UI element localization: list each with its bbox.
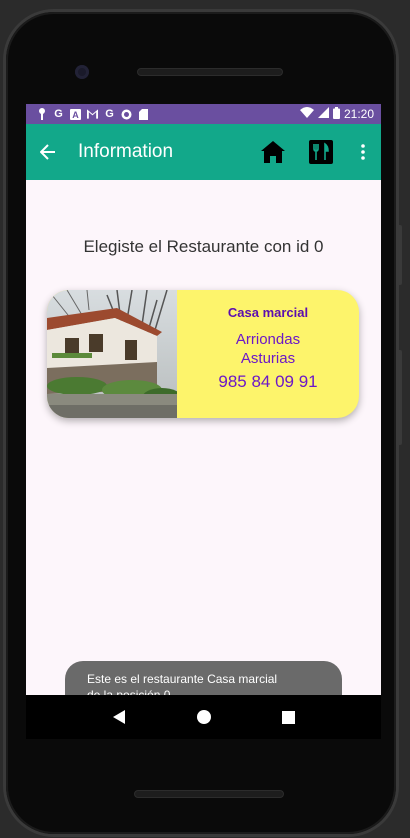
home-circle-icon	[196, 710, 211, 724]
wifi-icon	[299, 107, 314, 121]
recents-square-icon	[282, 710, 295, 724]
home-icon	[261, 141, 285, 163]
page-title: Information	[78, 141, 174, 162]
volume-button	[397, 225, 402, 285]
system-icons: 21:20	[299, 106, 374, 122]
gmail-icon	[87, 109, 98, 120]
signal-icon	[317, 107, 329, 121]
front-camera	[75, 65, 89, 79]
nav-recents-button[interactable]	[274, 702, 304, 732]
toast-message: Este es el restaurante Casa marcial de l…	[65, 661, 342, 695]
system-nav-bar	[26, 695, 381, 739]
overflow-menu-button[interactable]	[345, 124, 381, 180]
restaurant-button[interactable]	[297, 124, 345, 180]
restaurant-region: Asturias	[240, 350, 296, 367]
selection-heading: Elegiste el Restaurante con id 0	[83, 237, 324, 256]
bottom-speaker	[134, 790, 284, 798]
screen: G A G 21:20 Information Elegiste el Rest…	[26, 104, 381, 695]
nav-back-button[interactable]	[104, 702, 134, 732]
nav-home-button[interactable]	[189, 702, 219, 732]
restaurant-info: Casa marcial Arriondas Asturias 985 84 0…	[177, 290, 359, 418]
power-button	[397, 350, 402, 445]
main-content: Elegiste el Restaurante con id 0 Casa ma…	[26, 180, 381, 695]
restaurant-city: Arriondas	[235, 331, 301, 348]
sd-card-icon	[138, 108, 149, 120]
arrow-back-icon	[40, 144, 55, 160]
google-icon: G	[105, 107, 114, 120]
earpiece-speaker	[137, 68, 283, 76]
restaurant-photo	[47, 290, 182, 418]
back-button[interactable]	[26, 124, 70, 180]
restaurant-card[interactable]: Casa marcial Arriondas Asturias 985 84 0…	[47, 290, 359, 418]
status-bar: G A G 21:20	[26, 104, 381, 124]
key-icon	[36, 108, 47, 120]
notification-icons: G A G	[36, 107, 300, 120]
back-triangle-icon	[112, 710, 125, 724]
restaurant-icon	[309, 140, 333, 164]
clock: 21:20	[343, 107, 374, 121]
svg-text:A: A	[72, 110, 79, 120]
toast-line-2: de la posición 0	[87, 688, 171, 695]
record-icon	[121, 109, 132, 120]
battery-icon	[332, 106, 340, 122]
google-icon: G	[54, 107, 63, 120]
font-icon: A	[70, 108, 81, 120]
toast-line-1: Este es el restaurante Casa marcial	[87, 672, 278, 686]
restaurant-name: Casa marcial	[227, 305, 309, 320]
home-button[interactable]	[249, 124, 297, 180]
restaurant-phone[interactable]: 985 84 09 91	[218, 370, 317, 394]
app-bar: Information	[26, 124, 381, 180]
more-vert-icon	[361, 144, 365, 160]
